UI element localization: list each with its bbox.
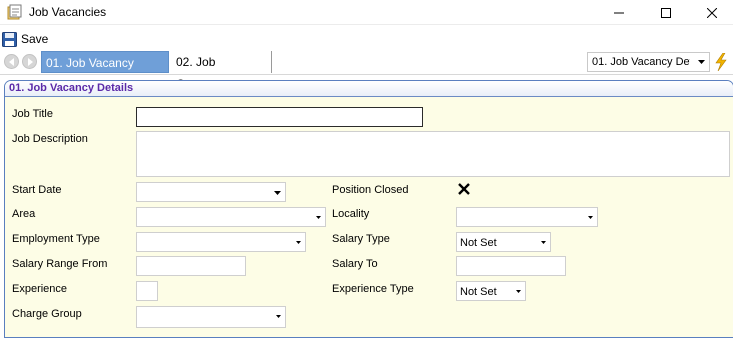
start-date-picker[interactable] — [136, 182, 286, 202]
experience-type-label: Experience Type — [332, 283, 414, 295]
chevron-down-icon — [274, 191, 281, 195]
save-button[interactable]: Save — [2, 30, 48, 48]
forward-button[interactable] — [22, 54, 37, 69]
chevron-down-icon — [276, 315, 281, 318]
close-button[interactable] — [689, 0, 733, 25]
tab-bar: 01. Job Vacancy Details 02. Job Category… — [0, 49, 733, 92]
salary-to-input[interactable] — [456, 256, 566, 276]
save-label: Save — [21, 32, 49, 46]
app-icon — [7, 4, 22, 20]
toolbar: Save — [0, 28, 733, 48]
job-vacancy-details-panel: 01. Job Vacancy Details Job Title Job De… — [4, 80, 733, 338]
arrow-right-icon — [28, 58, 33, 66]
position-closed-checkbox[interactable] — [457, 182, 471, 196]
minimize-icon — [614, 12, 624, 13]
section-select[interactable]: 01. Job Vacancy Det — [587, 52, 710, 72]
job-title-input[interactable] — [136, 107, 423, 127]
back-button[interactable] — [4, 54, 19, 69]
position-closed-label: Position Closed — [332, 184, 409, 196]
salary-type-label: Salary Type — [332, 233, 390, 245]
salary-range-from-input[interactable] — [136, 256, 246, 276]
maximize-icon — [661, 7, 671, 18]
experience-input[interactable] — [136, 281, 158, 301]
panel-title: 01. Job Vacancy Details — [9, 82, 134, 94]
employment-type-select[interactable] — [136, 232, 306, 252]
job-title-label: Job Title — [12, 108, 53, 120]
charge-group-select[interactable] — [136, 306, 286, 328]
start-date-label: Start Date — [12, 184, 62, 196]
locality-select[interactable] — [456, 207, 598, 227]
experience-type-value: Not Set — [460, 286, 497, 298]
chevron-down-icon — [516, 290, 521, 293]
job-description-label: Job Description — [12, 133, 88, 145]
area-select[interactable] — [136, 207, 326, 227]
chevron-down-icon — [316, 216, 321, 219]
minimize-button[interactable] — [596, 0, 642, 25]
salary-range-from-label: Salary Range From — [12, 258, 108, 270]
area-label: Area — [12, 208, 36, 220]
experience-type-select[interactable]: Not Set — [456, 281, 526, 301]
chevron-down-icon — [296, 241, 301, 244]
job-description-input[interactable] — [136, 131, 730, 177]
salary-type-value: Not Set — [460, 237, 497, 249]
salary-type-select[interactable]: Not Set — [456, 232, 551, 252]
experience-label: Experience — [12, 283, 68, 295]
maximize-button[interactable] — [643, 0, 689, 25]
tab-job-category[interactable]: 02. Job Category — [172, 51, 272, 91]
close-icon — [707, 7, 717, 18]
section-select-value: 01. Job Vacancy Det — [592, 56, 690, 68]
chevron-down-icon — [541, 241, 546, 244]
window-title: Job Vacancies — [29, 5, 107, 19]
arrow-left-icon — [9, 58, 14, 66]
employment-type-label: Employment Type — [12, 233, 100, 245]
lightning-icon[interactable] — [714, 53, 728, 71]
chevron-down-icon — [588, 216, 593, 219]
tab-job-vacancy-details[interactable]: 01. Job Vacancy Details — [41, 51, 169, 92]
charge-group-label: Charge Group — [12, 308, 82, 320]
title-bar: Job Vacancies — [0, 0, 733, 25]
floppy-disk-icon — [2, 31, 17, 47]
locality-label: Locality — [332, 208, 370, 220]
salary-to-label: Salary To — [332, 258, 378, 270]
panel-header: 01. Job Vacancy Details — [5, 81, 733, 97]
chevron-down-icon — [698, 60, 705, 64]
